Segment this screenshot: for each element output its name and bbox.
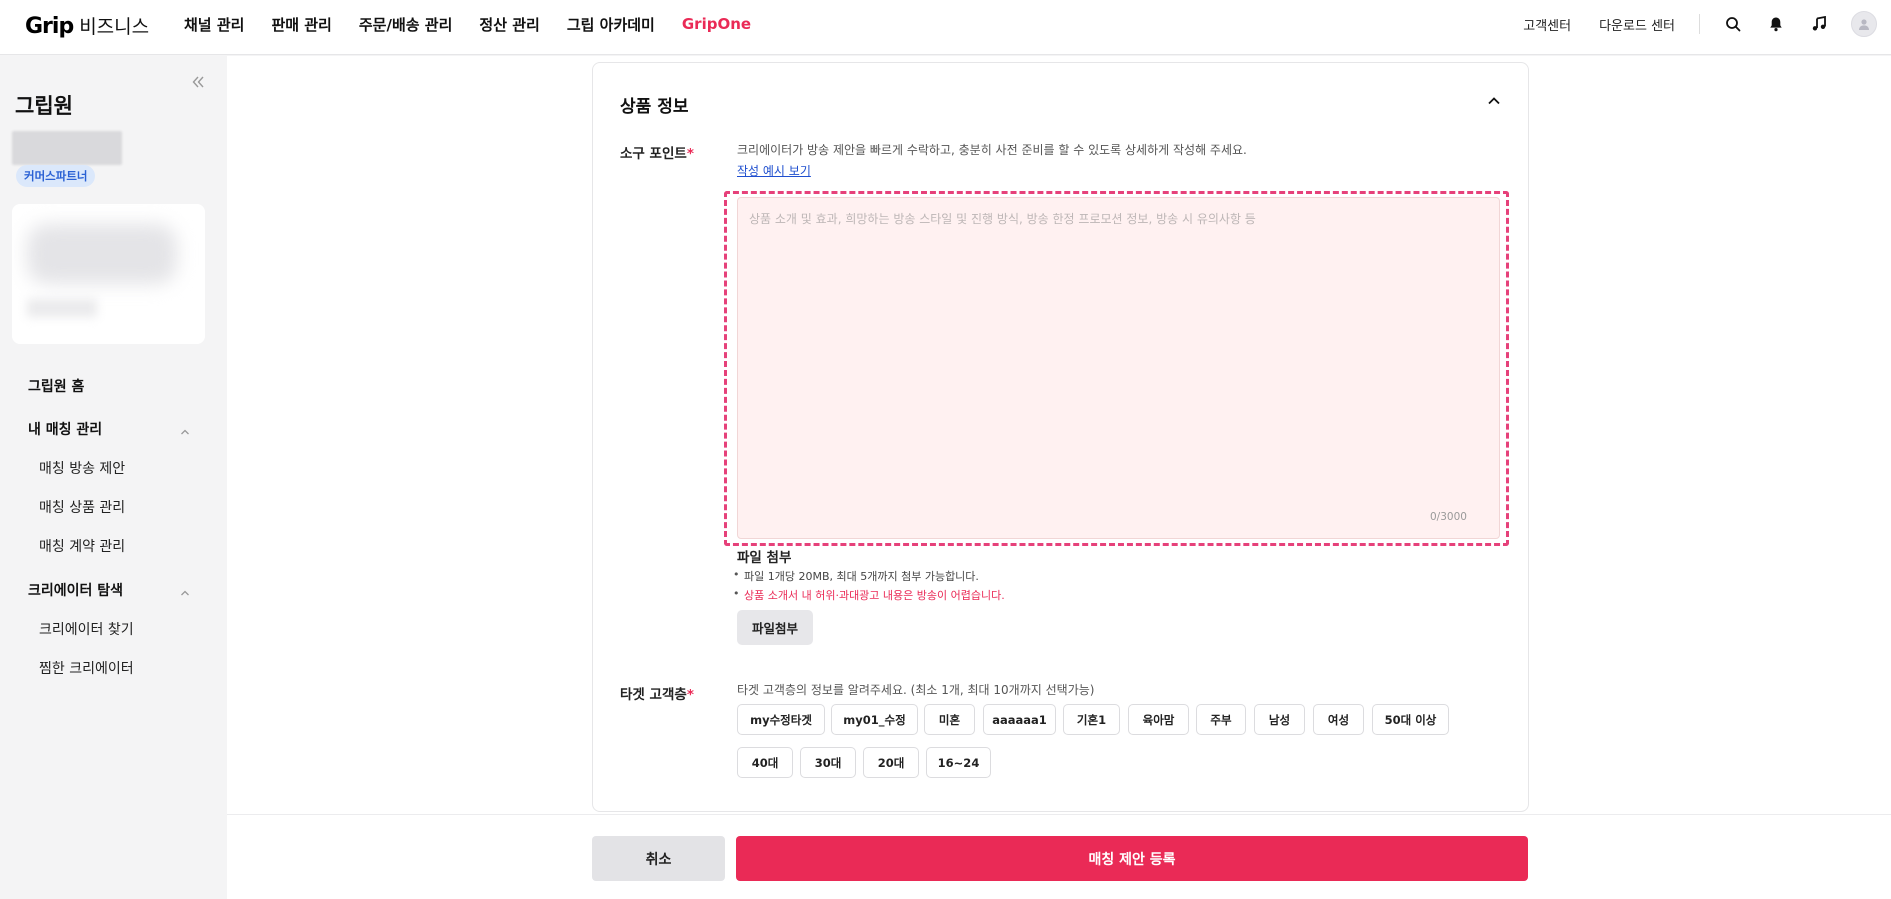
target-chip[interactable]: 40대 <box>737 747 793 778</box>
sidebar-item-matching-contract-management[interactable]: 매칭 계약 관리 <box>39 536 125 556</box>
sidebar-item-gripone-home[interactable]: 그립원 홈 <box>28 376 84 396</box>
sidebar-item-matching-product-management[interactable]: 매칭 상품 관리 <box>39 497 125 517</box>
appeal-point-help: 크리에이터가 방송 제안을 빠르게 수락하고, 충분히 사전 준비를 할 수 있… <box>737 143 1247 157</box>
header-divider <box>1699 14 1700 34</box>
character-counter: 0/3000 <box>1430 511 1467 523</box>
bell-icon[interactable] <box>1765 13 1787 35</box>
target-chip[interactable]: 30대 <box>800 747 856 778</box>
appeal-point-label: 소구 포인트* <box>620 142 694 162</box>
submit-matching-proposal-button[interactable]: 매칭 제안 등록 <box>736 836 1528 881</box>
search-icon[interactable] <box>1722 13 1744 35</box>
download-center-link[interactable]: 다운로드 센터 <box>1599 15 1675 34</box>
required-marker: * <box>686 146 694 162</box>
logo-brand: Grip <box>25 14 74 39</box>
target-chip[interactable]: my수정타겟 <box>737 704 825 735</box>
customer-center-link[interactable]: 고객센터 <box>1523 15 1571 34</box>
user-avatar[interactable] <box>1851 11 1877 37</box>
target-chip[interactable]: 미혼 <box>924 704 975 735</box>
blurred-profile-card <box>12 204 205 344</box>
nav-settlement-management[interactable]: 정산 관리 <box>479 14 539 35</box>
nav-channel-management[interactable]: 채널 관리 <box>184 14 244 35</box>
chevron-up-icon[interactable] <box>179 584 191 596</box>
file-warning: 상품 소개서 내 허위·과대광고 내용은 방송이 어렵습니다. <box>733 587 1005 603</box>
appeal-point-label-text: 소구 포인트 <box>620 146 687 162</box>
chevron-up-icon[interactable] <box>1486 93 1502 109</box>
chevron-up-icon[interactable] <box>179 423 191 435</box>
target-audience-label: 타겟 고객층* <box>620 683 694 703</box>
sidebar-title: 그립원 <box>15 94 73 118</box>
sidebar-item-find-creator[interactable]: 크리에이터 찾기 <box>39 619 134 639</box>
grip-business-logo[interactable]: Grip 비즈니스 <box>25 12 150 39</box>
target-chip[interactable]: 기혼1 <box>1063 704 1120 735</box>
double-chevron-left-icon[interactable] <box>190 74 206 90</box>
blurred-content <box>27 224 177 284</box>
appeal-point-textarea[interactable] <box>737 197 1500 539</box>
partner-badge: 커머스파트너 <box>16 165 96 187</box>
cancel-button[interactable]: 취소 <box>592 836 725 881</box>
target-audience-help: 타겟 고객층의 정보를 알려주세요. (최소 1개, 최대 10개까지 선택가능… <box>737 683 1095 697</box>
target-chip[interactable]: 육아맘 <box>1128 704 1189 735</box>
music-note-icon[interactable] <box>1808 13 1830 35</box>
file-attach-button[interactable]: 파일첨부 <box>737 610 813 645</box>
nav-gripone[interactable]: GripOne <box>682 15 751 33</box>
target-chip[interactable]: 16~24 <box>926 747 991 778</box>
blurred-content <box>27 299 97 317</box>
target-chip[interactable]: 여성 <box>1313 704 1364 735</box>
target-chip[interactable]: 20대 <box>863 747 919 778</box>
sidebar-item-liked-creators[interactable]: 찜한 크리에이터 <box>39 658 134 678</box>
sidebar-item-matching-broadcast-proposal[interactable]: 매칭 방송 제안 <box>39 458 125 478</box>
nav-sales-management[interactable]: 판매 관리 <box>271 14 331 35</box>
sidebar: 그립원 커머스파트너 그립원 홈 내 매칭 관리 매칭 방송 제안 매칭 상품 … <box>0 56 226 899</box>
logo-suffix: 비즈니스 <box>79 16 150 38</box>
main-nav: 채널 관리 판매 관리 주문/배송 관리 정산 관리 그립 아카데미 GripO… <box>184 0 778 48</box>
target-chip[interactable]: 50대 이상 <box>1372 704 1449 735</box>
file-attach-title: 파일 첨부 <box>737 550 792 566</box>
footer-divider <box>227 814 1891 815</box>
file-note: 파일 1개당 20MB, 최대 5개까지 첨부 가능합니다. <box>733 568 979 584</box>
nav-grip-academy[interactable]: 그립 아카데미 <box>567 14 655 35</box>
sidebar-group-creator-explore[interactable]: 크리에이터 탐색 <box>28 580 123 600</box>
top-navigation-bar: Grip 비즈니스 채널 관리 판매 관리 주문/배송 관리 정산 관리 그립 … <box>0 0 1891 55</box>
required-marker: * <box>686 687 694 703</box>
target-chip[interactable]: aaaaaa1 <box>983 704 1056 735</box>
header-utilities: 고객센터 다운로드 센터 <box>1523 0 1891 48</box>
section-title: 상품 정보 <box>620 97 689 117</box>
target-chip[interactable]: my01_수정 <box>831 704 918 735</box>
target-chip[interactable]: 남성 <box>1254 704 1305 735</box>
target-chip[interactable]: 주부 <box>1196 704 1246 735</box>
sidebar-group-my-matching[interactable]: 내 매칭 관리 <box>28 419 102 439</box>
blurred-company-name <box>12 131 122 165</box>
example-link[interactable]: 작성 예시 보기 <box>737 162 811 179</box>
target-audience-label-text: 타겟 고객층 <box>620 687 687 703</box>
nav-order-shipping-management[interactable]: 주문/배송 관리 <box>359 14 453 35</box>
